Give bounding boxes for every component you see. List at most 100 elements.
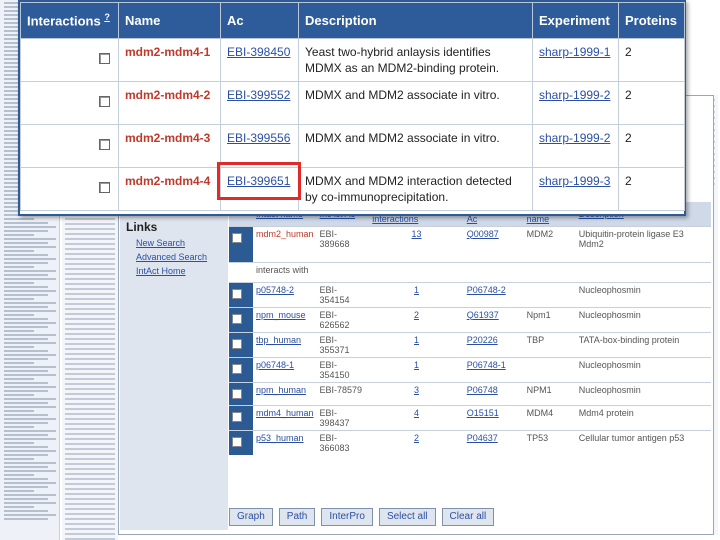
- interaction-checkbox[interactable]: [99, 53, 110, 64]
- row-checkbox[interactable]: [232, 288, 242, 299]
- table-row: p05748-2 EBI-354154 1 P06748-2 Nucleopho…: [229, 281, 711, 307]
- cell-uniprot[interactable]: Q00987: [463, 225, 524, 262]
- header-name[interactable]: Name: [118, 2, 221, 39]
- cell-count[interactable]: 3: [369, 381, 464, 405]
- graph-button[interactable]: Graph: [229, 508, 273, 526]
- link-intact-home[interactable]: IntAct Home: [136, 266, 186, 276]
- interaction-name: mdm2-mdm4-4: [118, 167, 221, 211]
- interactions-popup: Interactions ? Name Ac Description Exper…: [18, 0, 686, 216]
- cell-name[interactable]: p05748-2: [253, 281, 317, 307]
- cell-count[interactable]: 1: [369, 356, 464, 382]
- table-row: mdm2_human EBI-389668 13 Q00987 MDM2 Ubi…: [229, 225, 711, 262]
- cell-count[interactable]: 2: [369, 429, 464, 455]
- table-row: p06748-1 EBI-354150 1 P06748-1 Nucleopho…: [229, 356, 711, 382]
- cell-name[interactable]: mdm2_human: [253, 225, 317, 262]
- cell-uniprot[interactable]: P04637: [463, 429, 524, 455]
- cell-uniprot[interactable]: P06748: [463, 381, 524, 405]
- cell-gene: Npm1: [523, 306, 576, 332]
- cell-gene: [523, 356, 576, 382]
- experiment-link[interactable]: sharp-1999-1: [532, 38, 619, 82]
- table-row: npm_human EBI-78579 3 P06748 NPM1 Nucleo…: [229, 381, 711, 405]
- help-link[interactable]: ?: [104, 12, 110, 22]
- row-checkbox[interactable]: [232, 436, 242, 447]
- table-row: tbp_human EBI-355371 1 P20226 TBP TATA-b…: [229, 331, 711, 357]
- protein-table: Intact name IntAct Ac Number of interact…: [229, 202, 711, 455]
- interaction-name: mdm2-mdm4-3: [118, 124, 221, 168]
- row-checkbox[interactable]: [232, 338, 242, 349]
- protein-count: 2: [618, 81, 685, 125]
- cell-description: Ubiquitin-protein ligase E3 Mdm2: [575, 225, 711, 262]
- interaction-checkbox[interactable]: [99, 182, 110, 193]
- cell-gene: NPM1: [523, 381, 576, 405]
- cell-gene: [523, 281, 576, 307]
- checkbox-cell: [20, 38, 119, 82]
- row-checkbox[interactable]: [232, 363, 242, 374]
- interpro-button[interactable]: InterPro: [321, 508, 373, 526]
- path-button[interactable]: Path: [278, 508, 316, 526]
- cell-uniprot[interactable]: P06748-1: [463, 356, 524, 382]
- row-checkbox[interactable]: [232, 388, 242, 399]
- header-description[interactable]: Description: [298, 2, 533, 39]
- cell-uniprot[interactable]: P06748-2: [463, 281, 524, 307]
- interaction-ac-link[interactable]: EBI-398450: [220, 38, 299, 82]
- header-proteins[interactable]: Proteins: [618, 2, 685, 39]
- row-checkbox[interactable]: [232, 411, 242, 422]
- interaction-checkbox[interactable]: [99, 139, 110, 150]
- cell-ac: EBI-354150: [316, 356, 370, 382]
- row-checkbox[interactable]: [232, 313, 242, 324]
- checkbox-cell: [20, 124, 119, 168]
- table-row: npm_mouse EBI-626562 2 Q61937 Npm1 Nucle…: [229, 306, 711, 332]
- cell-count[interactable]: 1: [369, 331, 464, 357]
- cell-ac: EBI-354154: [316, 281, 370, 307]
- cell-gene: TBP: [523, 331, 576, 357]
- link-advanced-search[interactable]: Advanced Search: [136, 252, 207, 262]
- cell-name[interactable]: p06748-1: [253, 356, 317, 382]
- experiment-link[interactable]: sharp-1999-2: [532, 124, 619, 168]
- cell-count[interactable]: 2: [369, 306, 464, 332]
- interactions-table-header: Interactions ? Name Ac Description Exper…: [20, 2, 685, 39]
- header-interactions-label: Interactions: [27, 13, 101, 29]
- select-all-button[interactable]: Select all: [378, 508, 436, 526]
- cell-description: Mdm4 protein: [575, 404, 711, 430]
- cell-count[interactable]: 13: [369, 225, 464, 262]
- cell-name[interactable]: npm_human: [253, 381, 317, 405]
- cell-count[interactable]: 4: [369, 404, 464, 430]
- cell-ac: EBI-78579: [316, 381, 370, 405]
- protein-count: 2: [618, 38, 685, 82]
- highlight-annotation: [217, 162, 301, 200]
- header-ac[interactable]: Ac: [220, 2, 299, 39]
- checkbox-cell: [20, 167, 119, 211]
- cell-uniprot[interactable]: O15151: [463, 404, 524, 430]
- interaction-description: MDMX and MDM2 interaction detected by co…: [298, 167, 533, 211]
- cell-uniprot[interactable]: Q61937: [463, 306, 524, 332]
- cell-name[interactable]: p53_human: [253, 429, 317, 455]
- link-new-search[interactable]: New Search: [136, 238, 185, 248]
- experiment-link[interactable]: sharp-1999-3: [532, 167, 619, 211]
- header-experiment[interactable]: Experiment: [532, 2, 619, 39]
- cell-name[interactable]: npm_mouse: [253, 306, 317, 332]
- cell-description: Nucleophosmin: [575, 381, 711, 405]
- row-checkbox[interactable]: [232, 232, 242, 243]
- links-title: Links: [126, 220, 158, 234]
- cell-name[interactable]: mdm4_human: [253, 404, 317, 430]
- cell-description: Nucleophosmin: [575, 281, 711, 307]
- interaction-ac-link[interactable]: EBI-399552: [220, 81, 299, 125]
- interaction-checkbox[interactable]: [99, 96, 110, 107]
- cell-uniprot[interactable]: P20226: [463, 331, 524, 357]
- background-sidebar: [120, 200, 228, 530]
- row-checkbox-cell: [229, 281, 253, 307]
- clear-all-button[interactable]: Clear all: [441, 508, 495, 526]
- row-checkbox-cell: [229, 404, 253, 430]
- interaction-name: mdm2-mdm4-1: [118, 38, 221, 82]
- protein-count: 2: [618, 124, 685, 168]
- cell-count[interactable]: 1: [369, 281, 464, 307]
- interaction-row: mdm2-mdm4-2 EBI-399552 MDMX and MDM2 ass…: [20, 81, 685, 125]
- row-checkbox-cell: [229, 225, 253, 262]
- cell-ac: EBI-626562: [316, 306, 370, 332]
- cell-name[interactable]: tbp_human: [253, 331, 317, 357]
- row-checkbox-cell: [229, 429, 253, 455]
- experiment-link[interactable]: sharp-1999-2: [532, 81, 619, 125]
- interaction-description: MDMX and MDM2 associate in vitro.: [298, 81, 533, 125]
- row-checkbox-cell: [229, 331, 253, 357]
- thumbnail-panel-secondary: [62, 210, 118, 540]
